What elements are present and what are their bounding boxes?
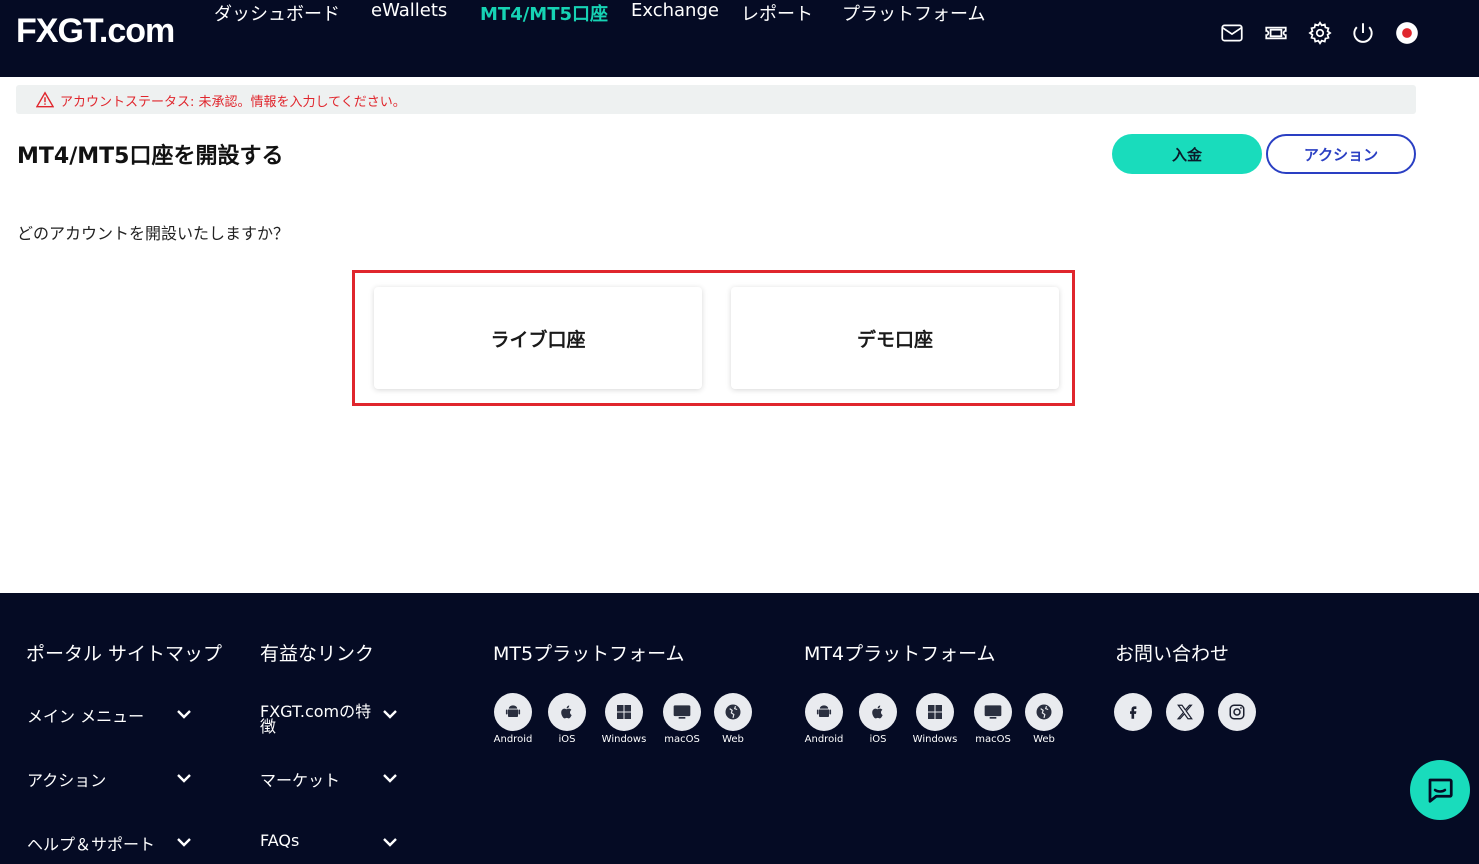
footer: ポータル サイトマップ メイン メニュー アクション ヘルプ＆サポート 有益なリ…	[0, 593, 1479, 864]
platform-label: Android	[493, 734, 533, 745]
globe-icon	[725, 704, 741, 720]
demo-account-label: デモ口座	[856, 328, 933, 351]
top-navigation-bar: FXGT.com ダッシュボード eWallets MT4/MT5口座 Exch…	[0, 0, 1479, 77]
platform-label: Web	[722, 734, 744, 745]
demo-account-card[interactable]: デモ口座	[731, 287, 1059, 389]
instagram-icon[interactable]	[1218, 693, 1256, 731]
nav-ewallets[interactable]: eWallets	[371, 0, 447, 21]
windows-icon	[928, 705, 942, 719]
footer-link-main-menu[interactable]: メイン メニュー	[27, 703, 144, 727]
x-icon[interactable]	[1166, 693, 1204, 731]
live-chat-button[interactable]	[1410, 760, 1470, 820]
chevron-down-icon[interactable]	[382, 837, 398, 847]
macos-icon	[673, 705, 691, 719]
mt5-web-link[interactable]: Web	[703, 693, 763, 745]
account-type-question: どのアカウントを開設いたしますか？	[17, 224, 290, 243]
deposit-button[interactable]: 入金	[1112, 134, 1262, 174]
chevron-down-icon[interactable]	[382, 773, 398, 783]
platform-label: Windows	[601, 734, 647, 745]
platform-label: Android	[804, 734, 844, 745]
page-title: MT4/MT5口座を開設する	[17, 144, 284, 169]
live-account-label: ライブ口座	[490, 328, 586, 351]
ticket-icon[interactable]	[1263, 20, 1289, 46]
chevron-down-icon[interactable]	[176, 773, 192, 783]
windows-icon	[617, 705, 631, 719]
warning-icon	[35, 91, 55, 108]
live-account-card[interactable]: ライブ口座	[374, 287, 702, 389]
nav-exchange[interactable]: Exchange	[631, 0, 719, 21]
mail-icon[interactable]	[1219, 20, 1245, 46]
footer-heading-useful-links: 有益なリンク	[260, 643, 375, 665]
japan-flag-icon[interactable]	[1394, 20, 1420, 46]
platform-label: iOS	[869, 734, 887, 745]
footer-heading-mt4: MT4プラットフォーム	[804, 643, 996, 665]
alert-text: アカウントステータス: 未承認。情報を入力してください。	[60, 95, 406, 110]
nav-reports[interactable]: レポート	[741, 0, 813, 26]
mt5-android-link[interactable]: Android	[483, 693, 543, 745]
chat-bubble-icon	[1428, 778, 1453, 803]
footer-heading-contact: お問い合わせ	[1115, 643, 1230, 665]
footer-link-faqs[interactable]: FAQs	[260, 831, 299, 850]
chevron-down-icon[interactable]	[176, 709, 192, 719]
mt4-android-link[interactable]: Android	[794, 693, 854, 745]
apple-icon	[561, 705, 572, 719]
chevron-down-icon[interactable]	[176, 837, 192, 847]
android-icon	[505, 705, 521, 717]
gear-icon[interactable]	[1307, 20, 1333, 46]
account-status-alert: アカウントステータス: 未承認。情報を入力してください。	[16, 85, 1416, 114]
platform-label: iOS	[558, 734, 576, 745]
platform-label: Windows	[912, 734, 958, 745]
mt5-windows-link[interactable]: Windows	[594, 693, 654, 745]
platform-label: Web	[1033, 734, 1055, 745]
mt5-ios-link[interactable]: iOS	[537, 693, 597, 745]
footer-heading-mt5: MT5プラットフォーム	[493, 643, 685, 665]
apple-icon	[872, 705, 883, 719]
android-icon	[816, 705, 832, 717]
footer-link-action[interactable]: アクション	[27, 767, 106, 791]
footer-link-markets[interactable]: マーケット	[260, 767, 340, 791]
mt4-windows-link[interactable]: Windows	[905, 693, 965, 745]
fxgt-logo[interactable]: FXGT.com	[16, 12, 175, 51]
power-icon[interactable]	[1350, 20, 1376, 46]
mt4-ios-link[interactable]: iOS	[848, 693, 908, 745]
action-button[interactable]: アクション	[1266, 134, 1416, 174]
footer-heading-sitemap: ポータル サイトマップ	[26, 643, 223, 665]
mt4-web-link[interactable]: Web	[1014, 693, 1074, 745]
chevron-down-icon[interactable]	[382, 709, 398, 719]
footer-link-help-support[interactable]: ヘルプ＆サポート	[27, 831, 155, 855]
nav-mt4-mt5-accounts[interactable]: MT4/MT5口座	[480, 0, 608, 26]
globe-icon	[1036, 704, 1052, 720]
nav-dashboard[interactable]: ダッシュボード	[214, 0, 340, 26]
nav-platform[interactable]: プラットフォーム	[842, 0, 985, 26]
macos-icon	[984, 705, 1002, 719]
facebook-icon[interactable]	[1114, 693, 1152, 731]
footer-link-features[interactable]: FXGT.comの特徴	[260, 704, 385, 735]
